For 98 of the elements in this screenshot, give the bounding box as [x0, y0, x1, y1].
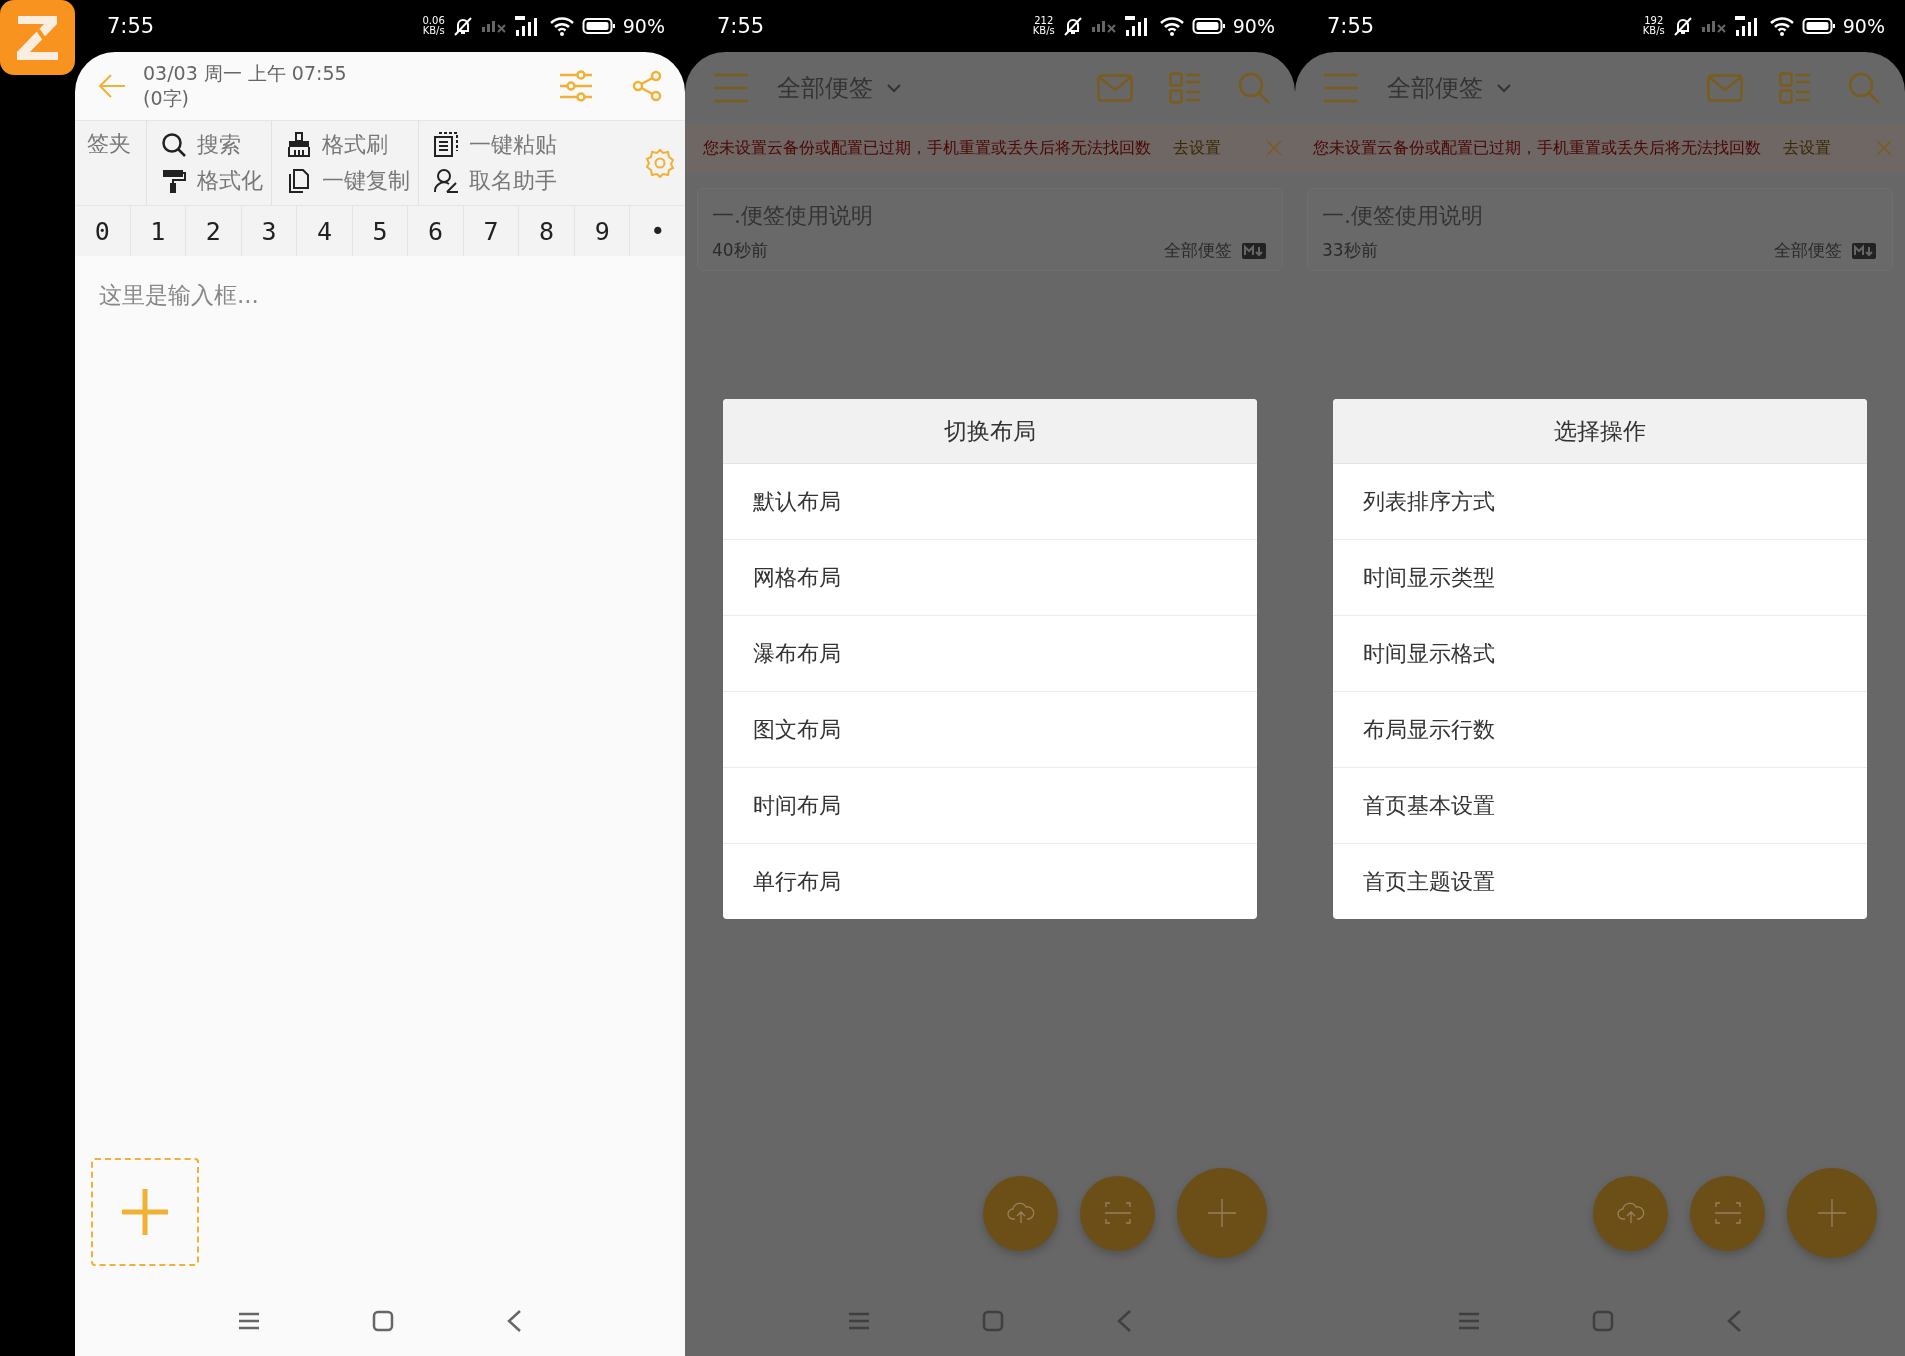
person-edit-icon	[433, 168, 459, 194]
digit-key[interactable]: 0	[75, 206, 131, 256]
network-speed-unit: KB/s	[1642, 26, 1665, 36]
note-folder: 全部便签	[1774, 239, 1842, 262]
mute-icon	[1671, 15, 1694, 37]
signal-icon	[1700, 19, 1727, 33]
clipboard-icon	[433, 132, 459, 158]
toolbar-button[interactable]: 格式化	[161, 163, 263, 199]
digit-key[interactable]: 7	[463, 206, 520, 256]
search-icon[interactable]	[1237, 71, 1271, 105]
scan-icon	[1713, 1201, 1742, 1225]
network-speed: 192	[1644, 16, 1664, 26]
markdown-icon	[1852, 242, 1876, 259]
digit-key[interactable]: 8	[519, 206, 575, 256]
mute-icon	[451, 15, 474, 37]
scan-icon	[1103, 1201, 1132, 1225]
digit-key[interactable]: 2	[186, 206, 242, 256]
digit-key[interactable]: 9	[574, 206, 631, 256]
dialog-option[interactable]: 首页主题设置	[1333, 844, 1867, 919]
network-speed-unit: KB/s	[422, 26, 445, 36]
note-date: 03/03 周一 上午 07:55	[143, 61, 348, 86]
dialog-option[interactable]: 图文布局	[723, 692, 1257, 768]
add-attachment-button[interactable]	[91, 1158, 199, 1266]
toolbar-button[interactable]: 取名助手	[433, 163, 557, 199]
backup-warning: 您未设置云备份或配置已过期，手机重置或丢失后将无法找回数	[703, 137, 1151, 159]
chevron-down-icon[interactable]	[1497, 83, 1511, 93]
plus-icon	[1207, 1198, 1237, 1228]
chevron-down-icon[interactable]	[887, 83, 901, 93]
share-icon[interactable]	[631, 70, 663, 102]
close-icon[interactable]	[1875, 139, 1893, 157]
signal-icon	[1090, 19, 1117, 33]
app-logo-icon[interactable]	[0, 0, 75, 75]
battery-level: 90%	[622, 15, 665, 37]
dialog-title: 切换布局	[723, 399, 1257, 464]
brush-icon	[286, 132, 312, 158]
plus-icon	[1817, 1198, 1847, 1228]
back-icon[interactable]	[506, 1309, 522, 1333]
toolbar-button[interactable]: 一键复制	[286, 163, 410, 199]
search-icon	[161, 132, 187, 158]
signal-icon	[480, 19, 507, 33]
battery-level: 90%	[1842, 15, 1885, 37]
note-time: 33秒前	[1322, 239, 1378, 262]
wifi-icon	[1158, 16, 1185, 36]
plus-icon	[122, 1189, 168, 1235]
wifi-icon	[548, 16, 575, 36]
status-time: 7:55	[107, 14, 155, 38]
dialog-option[interactable]: 布局显示行数	[1333, 692, 1867, 768]
network-speed: 212	[1034, 16, 1054, 26]
digit-key[interactable]: 1	[130, 206, 187, 256]
layout-icon[interactable]	[1779, 72, 1811, 104]
network-speed: 0.06	[422, 16, 445, 26]
dialog-option[interactable]: 时间显示格式	[1333, 616, 1867, 692]
layout-icon[interactable]	[1169, 72, 1201, 104]
digit-key[interactable]: 5	[352, 206, 409, 256]
copy-icon	[286, 168, 312, 194]
digit-key[interactable]: 3	[241, 206, 298, 256]
mail-icon[interactable]	[1707, 74, 1743, 102]
dialog-option[interactable]: 网格布局	[723, 540, 1257, 616]
menu-icon[interactable]	[238, 1311, 260, 1331]
wifi-icon	[1768, 16, 1795, 36]
toolbar-button[interactable]: 一键粘贴	[433, 127, 557, 163]
cloud-upload-icon	[1616, 1201, 1645, 1225]
sliders-icon[interactable]	[559, 70, 593, 102]
dialog-title: 选择操作	[1333, 399, 1867, 464]
network-speed-unit: KB/s	[1032, 26, 1055, 36]
digit-key[interactable]: 4	[297, 206, 353, 256]
search-icon[interactable]	[1847, 71, 1881, 105]
home-square-icon[interactable]	[372, 1310, 394, 1332]
dialog-option[interactable]: 列表排序方式	[1333, 464, 1867, 540]
battery-icon	[1801, 16, 1836, 36]
digit-key[interactable]: 6	[408, 206, 464, 256]
dialog-option[interactable]: 单行布局	[723, 844, 1257, 919]
note-time: 40秒前	[712, 239, 768, 262]
digit-key[interactable]: •	[630, 206, 685, 256]
battery-icon	[581, 16, 616, 36]
status-time: 7:55	[1327, 14, 1375, 38]
toolbar-button[interactable]: 格式刷	[286, 127, 410, 163]
note-folder: 全部便签	[1164, 239, 1232, 262]
mute-icon	[1061, 15, 1084, 37]
toolbar-button[interactable]: 搜索	[161, 127, 263, 163]
dialog-option[interactable]: 首页基本设置	[1333, 768, 1867, 844]
battery-icon	[1191, 16, 1226, 36]
status-time: 7:55	[717, 14, 765, 38]
cloud-upload-icon	[1006, 1201, 1035, 1225]
mail-icon[interactable]	[1097, 74, 1133, 102]
settings-icon[interactable]	[645, 148, 675, 178]
paint-roller-icon	[161, 168, 187, 194]
folder-label[interactable]: 签夹	[75, 121, 147, 205]
text-input-field[interactable]: 这里是输入框...	[91, 256, 627, 334]
dialog-option[interactable]: 时间布局	[723, 768, 1257, 844]
backup-warning: 您未设置云备份或配置已过期，手机重置或丢失后将无法找回数	[1313, 137, 1761, 159]
close-icon[interactable]	[1265, 139, 1283, 157]
dialog-option[interactable]: 瀑布布局	[723, 616, 1257, 692]
dialog-option[interactable]: 默认布局	[723, 464, 1257, 540]
markdown-icon	[1242, 242, 1266, 259]
battery-level: 90%	[1232, 15, 1275, 37]
word-count: (0字)	[143, 86, 190, 111]
dialog-option[interactable]: 时间显示类型	[1333, 540, 1867, 616]
